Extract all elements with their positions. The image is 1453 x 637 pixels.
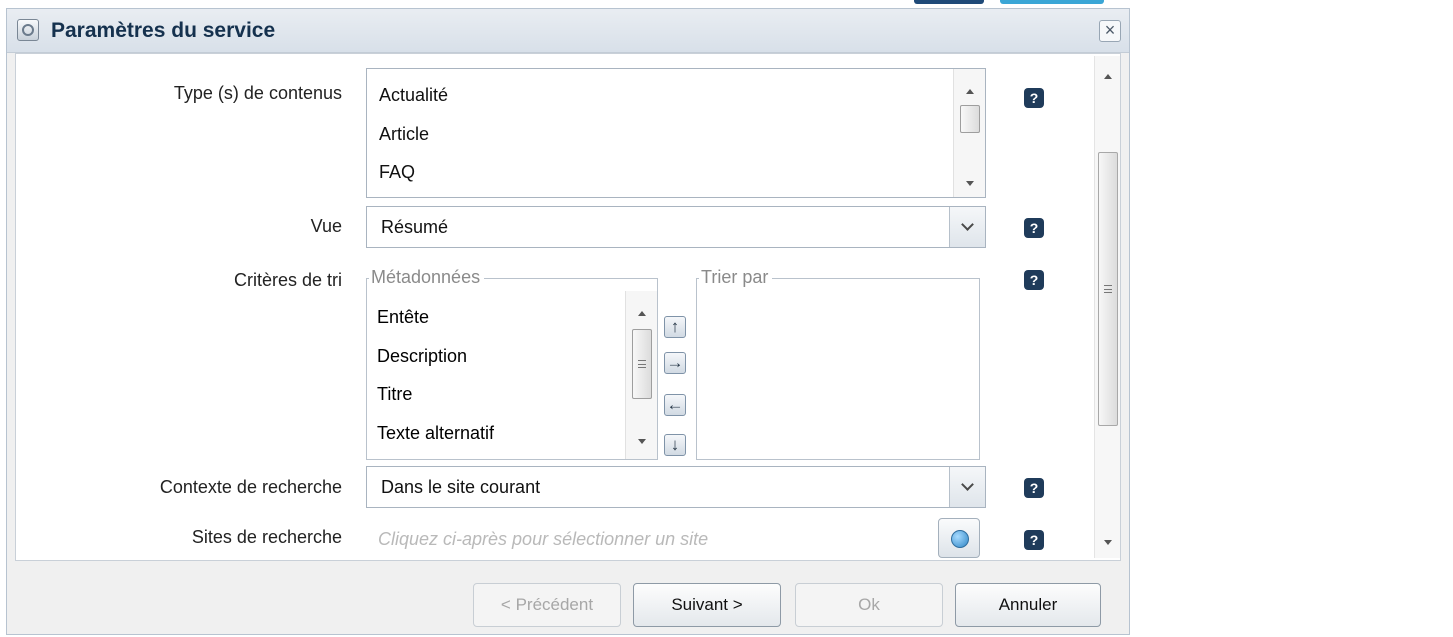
view-label: Vue: [310, 216, 342, 236]
sort-by-fieldset[interactable]: Trier par: [696, 267, 980, 460]
chevron-down-icon: [961, 478, 974, 491]
content-type-option[interactable]: Article: [379, 124, 429, 145]
close-button[interactable]: ×: [1099, 20, 1121, 42]
select-site-button[interactable]: [938, 518, 980, 558]
arrow-down-icon: ↓: [670, 435, 680, 454]
scroll-thumb[interactable]: [632, 329, 652, 399]
help-icon[interactable]: ?: [1024, 270, 1044, 290]
service-icon: [17, 19, 39, 41]
chevron-down-icon: [961, 218, 974, 231]
help-icon[interactable]: ?: [1024, 530, 1044, 550]
move-up-button[interactable]: ↑: [664, 316, 686, 338]
search-context-dropdown-button[interactable]: [949, 467, 985, 507]
content-types-scrollbar[interactable]: [953, 69, 985, 197]
dialog-title: Paramètres du service: [51, 19, 276, 42]
arrow-left-icon: ←: [666, 395, 684, 414]
metadata-legend: Métadonnées: [369, 267, 485, 288]
sort-criteria-label: Critères de tri: [233, 270, 342, 290]
move-right-button[interactable]: →: [664, 352, 686, 374]
metadata-scrollbar[interactable]: [625, 291, 657, 459]
next-button[interactable]: Suivant >: [633, 583, 781, 627]
search-context-label: Contexte de recherche: [159, 477, 342, 497]
content-type-option[interactable]: FAQ: [379, 162, 415, 183]
metadata-option[interactable]: Texte alternatif: [377, 423, 494, 444]
view-select[interactable]: Résumé: [366, 206, 986, 248]
metadata-fieldset: Métadonnées Entête Description Titre Tex…: [366, 267, 658, 460]
content-types-label: Type (s) de contenus: [173, 83, 342, 103]
scroll-down-icon[interactable]: [965, 181, 974, 186]
scroll-up-icon[interactable]: [637, 311, 646, 316]
help-icon[interactable]: ?: [1024, 478, 1044, 498]
move-left-button[interactable]: ←: [664, 394, 686, 416]
background-tab-strip: [1000, 0, 1104, 4]
metadata-option[interactable]: Entête: [377, 307, 429, 328]
view-dropdown-button[interactable]: [949, 207, 985, 247]
view-value: Résumé: [381, 217, 449, 237]
scroll-up-icon[interactable]: [1103, 74, 1112, 79]
dialog-titlebar: Paramètres du service ×: [7, 9, 1129, 53]
grip-icon: [1104, 285, 1112, 293]
search-context-value: Dans le site courant: [381, 477, 541, 497]
search-sites-placeholder[interactable]: Cliquez ci-après pour sélectionner un si…: [378, 529, 708, 550]
close-icon: ×: [1104, 20, 1116, 40]
metadata-option[interactable]: Description: [377, 346, 467, 367]
move-down-button[interactable]: ↓: [664, 434, 686, 456]
globe-icon: [951, 530, 969, 548]
help-icon[interactable]: ?: [1024, 218, 1044, 238]
content-type-option[interactable]: Actualité: [379, 85, 448, 106]
grip-icon: [638, 360, 646, 368]
service-settings-dialog: Paramètres du service × Type (s) de cont…: [6, 8, 1130, 635]
search-sites-label: Sites de recherche: [191, 527, 342, 547]
scroll-thumb[interactable]: [1098, 152, 1118, 426]
metadata-option[interactable]: Titre: [377, 384, 412, 405]
content-scrollbar[interactable]: [1094, 56, 1120, 558]
cancel-button[interactable]: Annuler: [955, 583, 1101, 627]
dialog-content: Type (s) de contenus Actualité Article F…: [15, 53, 1121, 561]
help-icon[interactable]: ?: [1024, 88, 1044, 108]
arrow-up-icon: ↑: [670, 317, 680, 336]
previous-button[interactable]: < Précédent: [473, 583, 621, 627]
scroll-thumb[interactable]: [960, 105, 980, 133]
scroll-down-icon[interactable]: [1103, 540, 1112, 545]
content-types-listbox[interactable]: Actualité Article FAQ: [366, 68, 986, 198]
arrow-right-icon: →: [666, 353, 684, 372]
scroll-up-icon[interactable]: [965, 89, 974, 94]
ok-button[interactable]: Ok: [795, 583, 943, 627]
scroll-down-icon[interactable]: [637, 439, 646, 444]
sort-by-legend: Trier par: [699, 267, 773, 288]
search-context-select[interactable]: Dans le site courant: [366, 466, 986, 508]
background-tab-strip: [914, 0, 984, 4]
